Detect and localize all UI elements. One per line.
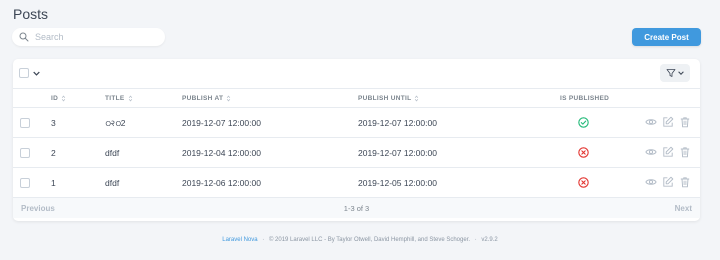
sort-icon <box>227 95 231 102</box>
delete-icon[interactable] <box>679 146 691 158</box>
column-header-publish-until[interactable]: PUBLISH UNTIL <box>358 95 419 102</box>
search-input[interactable] <box>35 32 145 42</box>
resource-table-card: ID TITLE PUBLISH AT PUBLISH UNTIL IS PUB… <box>13 59 700 221</box>
page-footer: Laravel Nova · © 2019 Laravel LLC - By T… <box>222 237 498 243</box>
table-row[interactable]: 1 dfdf 2019-12-06 12:00:00 2019-12-05 12… <box>13 168 700 198</box>
version-text: v2.9.2 <box>481 237 498 243</box>
table-header: ID TITLE PUBLISH AT PUBLISH UNTIL IS PUB… <box>13 89 700 108</box>
cell-publish-until: 2019-12-07 12:00:00 <box>358 118 437 128</box>
row-checkbox[interactable] <box>20 178 30 188</box>
cell-id: 2 <box>51 148 56 158</box>
filter-button[interactable] <box>660 64 690 82</box>
copyright-text: © 2019 Laravel LLC - By Taylor Otwell, D… <box>268 237 471 243</box>
page-title: Posts <box>13 6 49 22</box>
delete-icon[interactable] <box>679 116 691 128</box>
search-icon <box>19 32 29 42</box>
cell-id: 1 <box>51 178 56 188</box>
filter-icon <box>666 69 676 77</box>
cell-publish-at: 2019-12-04 12:00:00 <box>182 148 261 158</box>
pagination-count: 1-3 of 3 <box>343 204 370 213</box>
cell-publish-until: 2019-12-05 12:00:00 <box>358 178 437 188</box>
select-all-checkbox[interactable] <box>19 68 29 78</box>
next-page-button[interactable]: Next <box>675 204 692 213</box>
cell-title: ഠ२ഠ2 <box>105 118 126 128</box>
column-header-title[interactable]: TITLE <box>105 95 133 102</box>
cell-title: dfdf <box>105 148 120 158</box>
check-circle-icon <box>578 117 589 128</box>
sort-icon <box>128 95 132 102</box>
cell-title: dfdf <box>105 178 120 188</box>
pagination: Previous 1-3 of 3 Next <box>13 198 700 218</box>
cell-publish-at: 2019-12-07 12:00:00 <box>182 118 261 128</box>
row-checkbox[interactable] <box>20 148 30 158</box>
x-circle-icon <box>578 177 589 188</box>
view-icon[interactable] <box>645 146 657 158</box>
sort-icon <box>415 95 419 102</box>
nova-link[interactable]: Laravel Nova <box>222 237 257 243</box>
view-icon[interactable] <box>645 116 657 128</box>
column-header-id[interactable]: ID <box>51 95 66 102</box>
row-actions <box>645 116 691 128</box>
cell-id: 3 <box>51 118 56 128</box>
column-header-is-published: IS PUBLISHED <box>560 95 610 102</box>
column-header-publish-at[interactable]: PUBLISH AT <box>182 95 231 102</box>
delete-icon[interactable] <box>679 176 691 188</box>
chevron-down-icon[interactable] <box>33 71 40 76</box>
create-post-button[interactable]: Create Post <box>632 28 701 46</box>
row-checkbox[interactable] <box>20 118 30 128</box>
cell-publish-at: 2019-12-06 12:00:00 <box>182 178 261 188</box>
edit-icon[interactable] <box>662 146 674 158</box>
edit-icon[interactable] <box>662 176 674 188</box>
table-row[interactable]: 3 ഠ२ഠ2 2019-12-07 12:00:00 2019-12-07 12… <box>13 108 700 138</box>
edit-icon[interactable] <box>662 116 674 128</box>
select-all-control[interactable] <box>19 68 40 78</box>
view-icon[interactable] <box>645 176 657 188</box>
row-actions <box>645 146 691 158</box>
x-circle-icon <box>578 147 589 158</box>
row-actions <box>645 176 691 188</box>
chevron-down-icon <box>678 71 684 75</box>
table-toolbar <box>13 59 700 89</box>
search-box[interactable] <box>12 28 165 46</box>
sort-icon <box>61 95 66 102</box>
table-row[interactable]: 2 dfdf 2019-12-04 12:00:00 2019-12-07 12… <box>13 138 700 168</box>
cell-publish-until: 2019-12-07 12:00:00 <box>358 148 437 158</box>
